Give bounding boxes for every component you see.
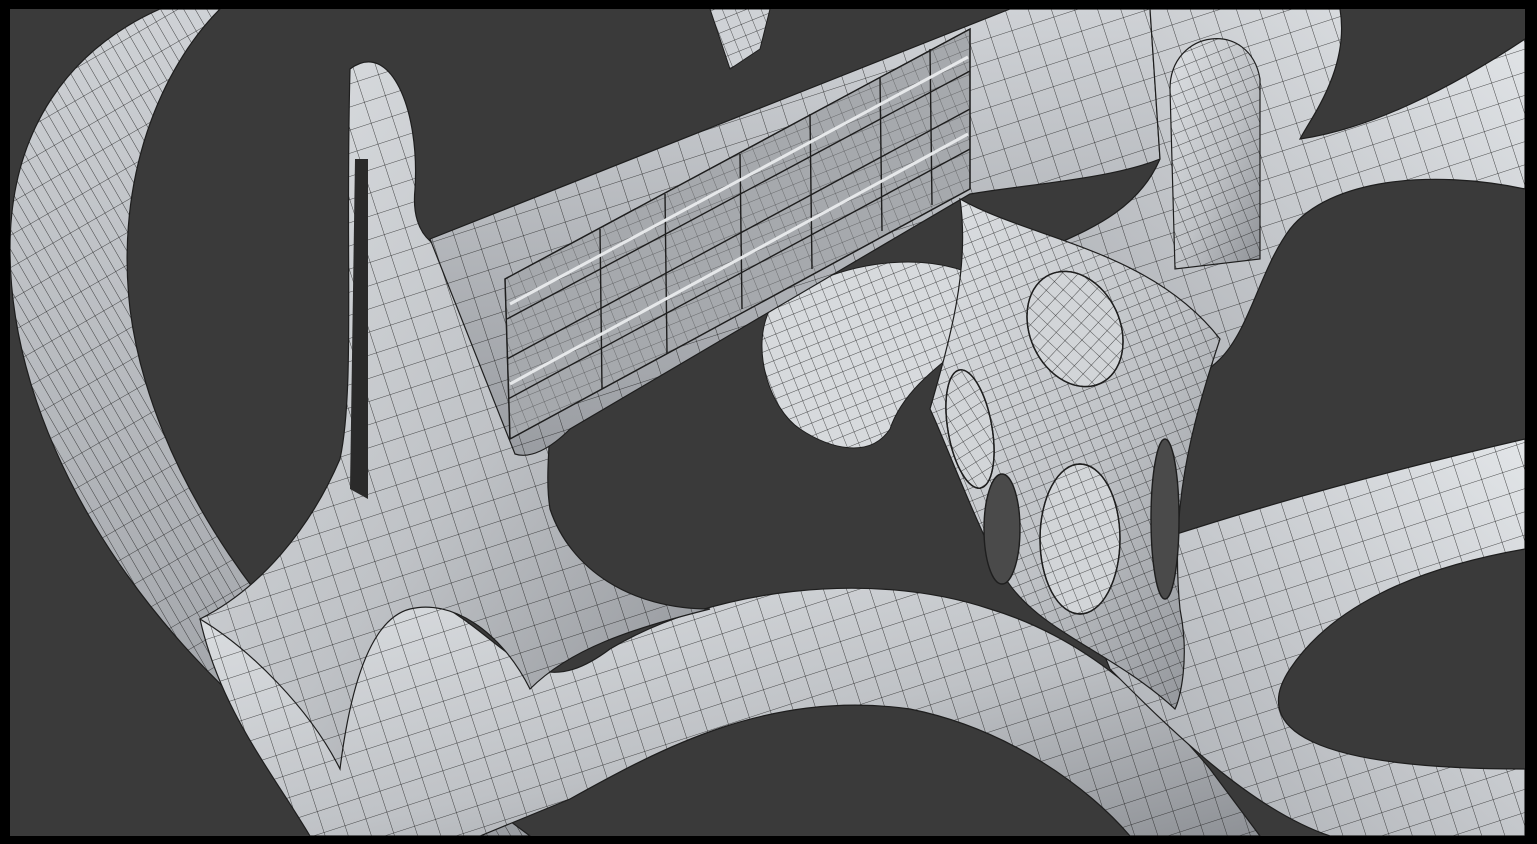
viewport-frame [0, 0, 1537, 844]
3d-viewport[interactable] [10, 9, 1525, 836]
mesh-render [10, 9, 1525, 836]
background-tower [709, 9, 771, 70]
